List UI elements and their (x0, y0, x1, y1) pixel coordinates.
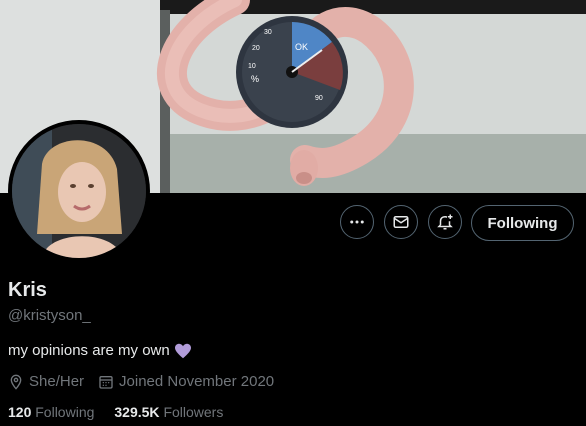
pronouns-item: She/Her (8, 373, 84, 390)
profile-bio: my opinions are my own (8, 342, 192, 359)
gauge-percent-label: % (251, 74, 259, 84)
profile-stats: 120 Following 329.5K Followers (8, 404, 243, 420)
following-stat-label: Following (35, 404, 95, 420)
calendar-icon (99, 375, 113, 389)
joined-text: Joined November 2020 (119, 373, 275, 390)
pronouns-text: She/Her (29, 373, 85, 390)
gauge-tick-label: 30 (264, 29, 272, 36)
followers-stat[interactable]: 329.5K Followers (114, 404, 223, 420)
mail-icon (393, 216, 409, 228)
location-pin-icon (10, 374, 22, 390)
avatar-image (12, 124, 146, 258)
profile-name: Kris (8, 279, 47, 301)
followers-stat-label: Followers (163, 404, 224, 420)
gauge-tick-label: 20 (252, 45, 260, 52)
gauge-tick-label: 90 (315, 95, 323, 102)
purple-heart-icon (174, 343, 191, 358)
followers-count: 329.5K (114, 404, 160, 420)
following-count: 120 (8, 404, 32, 420)
following-button[interactable]: Following (471, 205, 574, 241)
profile-handle: @kristyson_ (8, 307, 91, 324)
joined-item: Joined November 2020 (98, 373, 274, 390)
more-button[interactable] (340, 205, 374, 239)
profile-meta: She/Her Joined November 2020 (8, 373, 288, 390)
notifications-button[interactable] (428, 205, 462, 239)
profile-avatar[interactable] (8, 120, 150, 262)
message-button[interactable] (384, 205, 418, 239)
bell-plus-icon (437, 214, 453, 230)
more-icon (350, 220, 364, 224)
gauge-ok-label: OK (295, 42, 308, 52)
following-stat[interactable]: 120 Following (8, 404, 94, 420)
bio-text: my opinions are my own (8, 342, 170, 359)
gauge-tick-label: 10 (248, 63, 256, 70)
